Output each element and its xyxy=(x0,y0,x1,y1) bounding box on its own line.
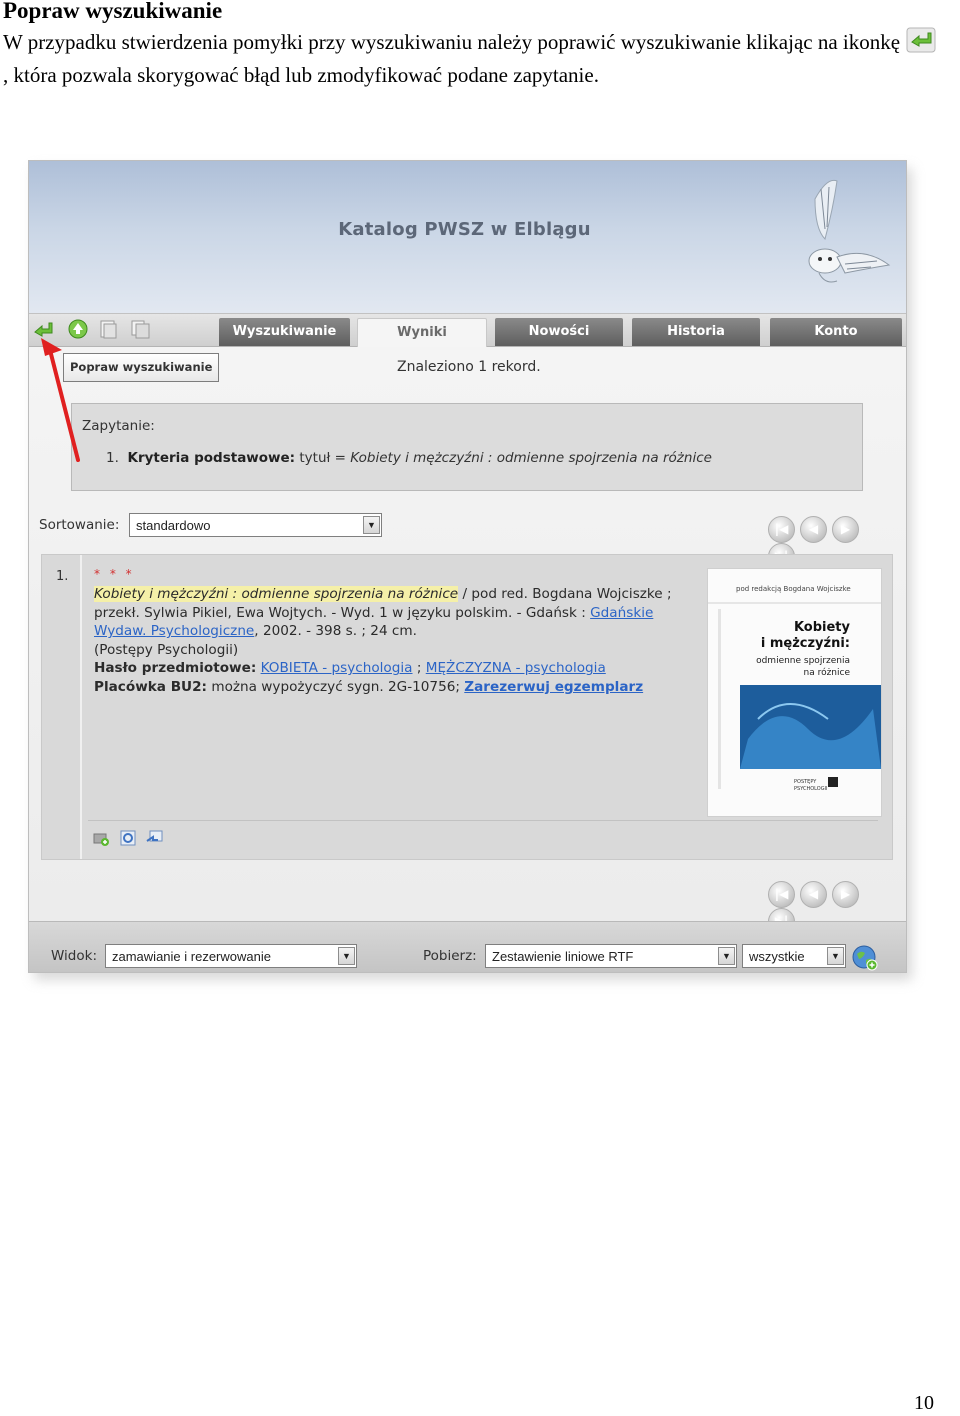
query-criteria: 1. Kryteria podstawowe: tytuł = Kobiety … xyxy=(106,450,712,466)
sort-select-value: standardowo xyxy=(136,518,211,533)
record-desc-2: , 2002. - 398 s. ; 24 cm. xyxy=(254,623,417,640)
cover-editor-line: pod redakcją Bogdana Wojciszke xyxy=(736,585,851,593)
edit-search-icon xyxy=(906,27,936,53)
edit-search-icon[interactable] xyxy=(33,318,55,340)
result-number-column xyxy=(42,555,82,859)
tab-historia[interactable]: Historia xyxy=(632,318,760,346)
refresh-icon[interactable] xyxy=(119,829,137,847)
download-label: Pobierz: xyxy=(423,948,477,964)
record-number: 1. xyxy=(56,569,69,584)
document-icon[interactable] xyxy=(97,318,119,340)
download-select-value: Zestawienie liniowe RTF xyxy=(492,949,634,964)
pager-top: |◀◀▶▶| xyxy=(768,516,892,570)
query-number: 1. xyxy=(106,450,119,466)
dropdown-arrow-icon[interactable]: ▼ xyxy=(718,947,735,965)
record-actions xyxy=(92,829,168,849)
view-select[interactable]: zamawianie i rezerwowanie ▼ xyxy=(105,944,357,968)
document-heading: Popraw wyszukiwanie xyxy=(3,0,223,23)
catalog-banner: Katalog PWSZ w Elblągu xyxy=(29,161,906,313)
record-series: (Postępy Psychologii) xyxy=(94,641,239,658)
subject-label: Hasło przedmiotowe: xyxy=(94,660,257,677)
owl-logo-icon xyxy=(808,179,891,283)
subject-separator: ; xyxy=(412,660,426,677)
query-label: Zapytanie: xyxy=(82,418,155,434)
add-to-basket-icon[interactable] xyxy=(92,829,110,847)
query-box: Zapytanie: 1. Kryteria podstawowe: tytuł… xyxy=(71,403,863,491)
reserve-link[interactable]: Zarezerwuj egzemplarz xyxy=(464,679,643,695)
criteria-value: Kobiety i mężczyźni : odmienne spojrzeni… xyxy=(350,450,712,466)
scope-select-value: wszystkie xyxy=(749,949,805,964)
results-content: Popraw wyszukiwanie Znaleziono 1 rekord.… xyxy=(29,347,906,935)
record-description: Kobiety i mężczyźni : odmienne spojrzeni… xyxy=(94,585,694,697)
dropdown-arrow-icon[interactable]: ▼ xyxy=(363,516,380,534)
first-page-icon[interactable]: |◀ xyxy=(768,516,795,543)
scope-select[interactable]: wszystkie ▼ xyxy=(742,944,846,968)
cover-title-2: i mężczyźni: xyxy=(761,636,850,651)
view-select-value: zamawianie i rezerwowanie xyxy=(112,949,271,964)
dropdown-arrow-icon[interactable]: ▼ xyxy=(338,947,355,965)
next-page-icon[interactable]: ▶ xyxy=(832,516,859,543)
subject-link-mezczyzna[interactable]: MĘŻCZYZNA - psychologia xyxy=(426,660,606,676)
edit-search-button[interactable]: Popraw wyszukiwanie xyxy=(63,353,220,382)
record-separator xyxy=(88,820,878,821)
footer-bar: Widok: zamawianie i rezerwowanie ▼ Pobie… xyxy=(29,921,906,972)
criteria-label: Kryteria podstawowe: xyxy=(127,450,296,466)
cover-series-2: PSYCHOLOGII xyxy=(794,786,828,792)
download-select[interactable]: Zestawienie liniowe RTF ▼ xyxy=(485,944,737,968)
view-label: Widok: xyxy=(51,948,97,964)
results-list: 1. * * * Kobiety i mężczyźni : odmienne … xyxy=(41,554,893,860)
found-records-text: Znaleziono 1 rekord. xyxy=(397,359,541,375)
cover-title-1: Kobiety xyxy=(794,620,851,635)
document-paragraph: W przypadku stwierdzenia pomyłki przy wy… xyxy=(3,26,943,92)
subject-link-kobieta[interactable]: KOBIETA - psychologia xyxy=(261,660,413,676)
sort-label: Sortowanie: xyxy=(39,517,120,533)
cover-subtitle-2: na różnice xyxy=(803,667,850,678)
prev-page-icon[interactable]: ◀ xyxy=(800,881,827,908)
globe-download-icon[interactable] xyxy=(851,944,879,972)
branch-label: Placówka BU2: xyxy=(94,678,207,695)
prev-page-icon[interactable]: ◀ xyxy=(800,516,827,543)
copy-icon[interactable] xyxy=(129,318,151,340)
paragraph-text-after: , która pozwala skorygować błąd lub zmod… xyxy=(3,63,599,87)
tab-konto[interactable]: Konto xyxy=(770,318,902,346)
nav-bar: Wyszukiwanie Wyniki Nowości Historia Kon… xyxy=(29,313,906,347)
branch-text: można wypożyczyć sygn. 2G-10756; xyxy=(207,678,465,695)
catalog-screenshot: Katalog PWSZ w Elblągu Wyszukiwanie Wyni… xyxy=(28,160,907,973)
paragraph-text-before: W przypadku stwierdzenia pomyłki przy wy… xyxy=(3,30,901,54)
page-number: 10 xyxy=(914,1392,934,1414)
book-cover-image: pod redakcją Bogdana Wojciszke Kobiety i… xyxy=(707,568,882,817)
catalog-title: Katalog PWSZ w Elblągu xyxy=(338,219,591,240)
tab-wyniki[interactable]: Wyniki xyxy=(357,318,487,347)
sort-select[interactable]: standardowo ▼ xyxy=(129,513,382,537)
tab-nowosci[interactable]: Nowości xyxy=(495,318,623,346)
next-page-icon[interactable]: ▶ xyxy=(832,881,859,908)
cover-series-1: POSTĘPY xyxy=(794,779,817,785)
criteria-field: tytuł = xyxy=(299,450,346,466)
record-title[interactable]: Kobiety i mężczyźni : odmienne spojrzeni… xyxy=(94,586,459,602)
record-rating-stars: * * * xyxy=(94,567,135,581)
first-page-icon[interactable]: |◀ xyxy=(768,881,795,908)
new-search-icon[interactable] xyxy=(67,318,89,340)
cover-subtitle-1: odmienne spojrzenia xyxy=(756,656,850,666)
send-icon[interactable] xyxy=(146,829,164,847)
tab-wyszukiwanie[interactable]: Wyszukiwanie xyxy=(219,318,350,346)
pager-bottom: |◀◀▶▶| xyxy=(768,881,892,935)
dropdown-arrow-icon[interactable]: ▼ xyxy=(827,947,844,965)
